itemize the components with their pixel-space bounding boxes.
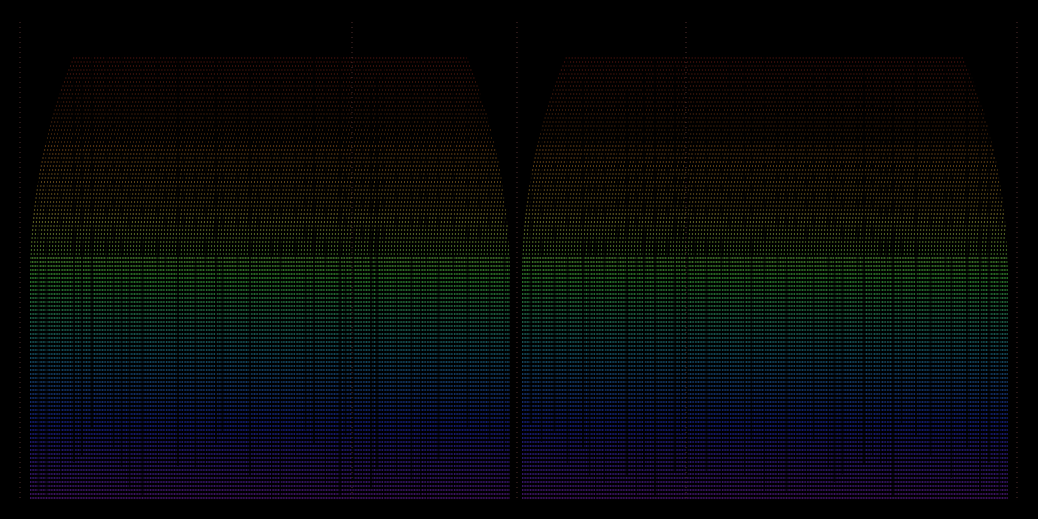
vertical-gap <box>589 52 590 477</box>
vertical-gap <box>305 47 306 431</box>
vertical-gap <box>91 50 93 427</box>
vertical-gap <box>106 47 107 426</box>
vertical-gap <box>951 77 952 479</box>
vertical-gap <box>764 56 765 492</box>
vertical-gap <box>280 75 281 495</box>
vertical-gap <box>467 79 468 430</box>
visualization-canvas <box>0 0 1038 519</box>
vertical-gap <box>271 56 272 502</box>
vertical-gap <box>863 67 865 464</box>
vertical-gap <box>339 50 341 496</box>
vertical-gap <box>694 83 695 484</box>
vertical-gap <box>554 70 555 432</box>
vertical-gap <box>352 69 354 480</box>
vertical-gap <box>215 55 217 443</box>
vertical-gap <box>411 83 412 481</box>
vertical-gap <box>721 88 722 496</box>
vertical-gap <box>915 50 917 435</box>
vertical-gap <box>795 89 796 460</box>
vertical-gap <box>751 95 752 439</box>
vertical-gap <box>880 75 881 463</box>
vertical-gap <box>165 76 166 442</box>
vertical-gap <box>362 43 363 484</box>
vertical-gap <box>258 52 259 448</box>
vertical-gap <box>46 66 47 496</box>
vertical-gap <box>504 72 505 452</box>
vertical-gap <box>295 67 296 456</box>
vertical-gap <box>249 73 251 477</box>
vertical-gap <box>177 48 179 466</box>
vertical-gap <box>604 51 605 484</box>
vertical-gap <box>842 43 843 475</box>
vertical-gap <box>828 66 829 467</box>
vertical-gap <box>157 54 158 465</box>
vertical-gap <box>945 41 946 453</box>
vertical-gaps-layer <box>38 40 1000 502</box>
vertical-gap <box>643 69 645 470</box>
vertical-gap <box>930 90 931 457</box>
vertical-gap <box>376 77 378 470</box>
vertical-gap <box>345 72 346 435</box>
vertical-gap <box>654 59 656 498</box>
vertical-gap <box>81 80 83 458</box>
vertical-gap <box>901 65 902 426</box>
vertical-gap <box>489 69 490 440</box>
vertical-gap <box>582 79 584 448</box>
dot-pattern-svg <box>19 22 1018 502</box>
vertical-gap <box>567 43 568 465</box>
vertical-gap <box>680 47 681 434</box>
vertical-gap <box>183 42 184 448</box>
vertical-gap <box>729 48 730 455</box>
vertical-gap <box>966 75 968 448</box>
vertical-gap <box>237 95 238 443</box>
vertical-gap <box>988 43 990 463</box>
vertical-gap <box>834 93 835 483</box>
vertical-gap <box>595 97 596 500</box>
vertical-gap <box>370 87 372 489</box>
vertical-gap <box>999 71 1000 495</box>
vertical-gap <box>706 93 707 472</box>
vertical-gap <box>113 65 114 449</box>
dot-rows-layer <box>30 57 1008 499</box>
vertical-gap <box>73 79 75 463</box>
vertical-gap <box>453 71 454 493</box>
vertical-gap <box>205 66 206 466</box>
vertical-gap <box>530 66 532 425</box>
vertical-gap <box>479 67 480 432</box>
vertical-gap <box>892 77 894 495</box>
vertical-gap <box>313 41 315 446</box>
vertical-gap <box>886 40 887 466</box>
vertical-gap <box>383 68 384 502</box>
vertical-gap <box>744 56 745 477</box>
vertical-gap <box>979 40 981 493</box>
vertical-gap <box>813 62 814 442</box>
vertical-gap <box>857 88 858 459</box>
vertical-gap <box>806 76 807 496</box>
vertical-gap <box>667 67 668 430</box>
vertical-gap <box>38 69 39 493</box>
vertical-gap <box>121 50 122 467</box>
vertical-gap <box>222 56 223 434</box>
vertical-gap <box>396 67 397 475</box>
vertical-gap <box>541 79 542 442</box>
vertical-gap <box>426 51 427 500</box>
vertical-gap <box>617 58 618 455</box>
vertical-gap <box>786 73 787 493</box>
vertical-gap <box>325 79 326 484</box>
vertical-gap <box>438 66 439 459</box>
vertical-gap <box>142 61 143 496</box>
vertical-gap <box>777 97 778 476</box>
vertical-gap <box>129 72 130 490</box>
vertical-gap <box>872 54 873 457</box>
vertical-gap <box>636 93 637 496</box>
vertical-gap <box>674 64 676 471</box>
vertical-gap <box>420 44 421 496</box>
vertical-gap <box>626 89 628 475</box>
vertical-gap <box>60 75 61 480</box>
vertical-gap <box>195 97 196 467</box>
